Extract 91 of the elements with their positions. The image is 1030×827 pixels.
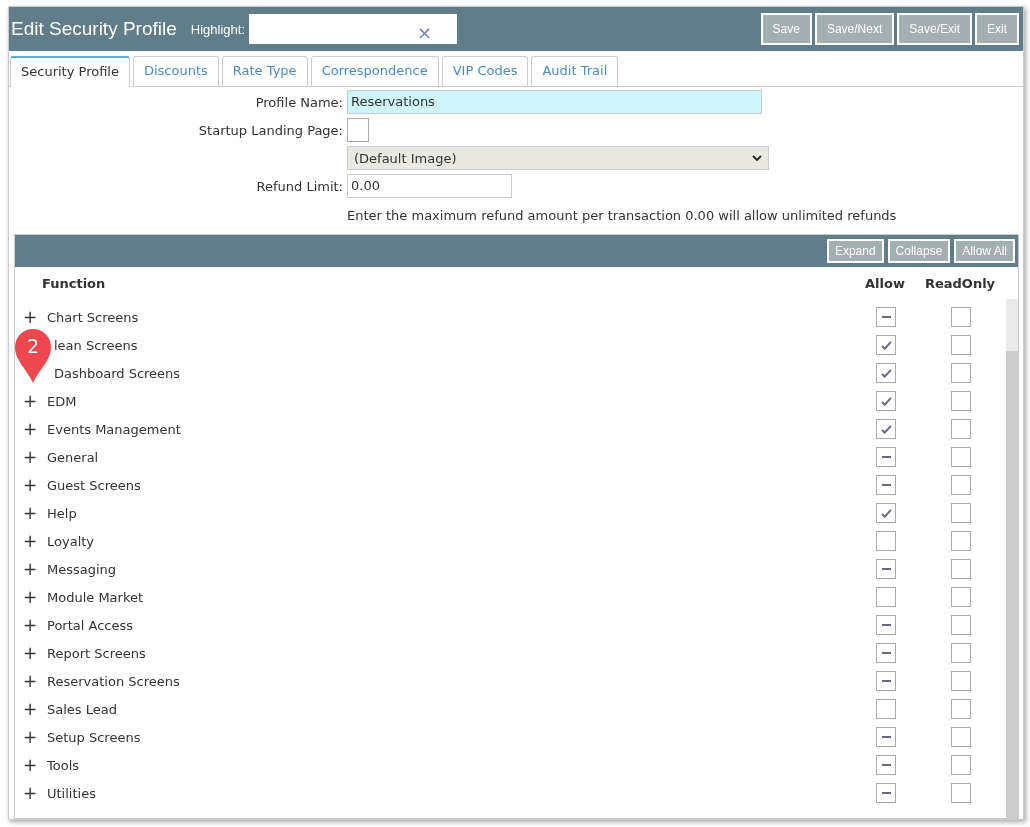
hint-text: Enter the maximum refund amount per transaction 0.00 will allow unlimited refunds [347, 207, 897, 223]
expand-icon[interactable]: + [23, 615, 37, 635]
field-label: Profile Name: [254, 94, 343, 110]
expand-icon[interactable]: + [23, 699, 37, 719]
function-name[interactable]: Events Management [47, 421, 856, 437]
checkbox[interactable] [876, 559, 896, 579]
refund-limit-field[interactable]: 0.00 [347, 174, 512, 198]
checkbox[interactable] [951, 391, 971, 411]
expand-icon[interactable]: + [23, 503, 37, 523]
image-dropdown[interactable]: (Default Image) [347, 146, 769, 170]
tab[interactable]: VIP Codes [441, 56, 529, 86]
expand-icon[interactable]: + [23, 587, 37, 607]
tab[interactable]: Security Profile [10, 56, 130, 87]
highlight-label: Highlight: [190, 21, 245, 37]
checkbox[interactable] [876, 447, 896, 467]
function-name[interactable]: Loyalty [47, 533, 856, 549]
function-name[interactable]: Help [47, 505, 856, 521]
expand-icon[interactable]: + [23, 671, 37, 691]
checkbox[interactable] [951, 783, 971, 803]
function-name[interactable]: Messaging [47, 561, 856, 577]
window-title: Edit Security Profile [11, 18, 177, 40]
checkbox[interactable] [876, 783, 896, 803]
function-name[interactable]: Portal Access [47, 617, 856, 633]
checkbox[interactable] [951, 755, 971, 775]
function-name[interactable]: Report Screens [47, 645, 856, 661]
expand-icon[interactable]: + [23, 391, 37, 411]
checkbox[interactable] [951, 307, 971, 327]
function-name[interactable]: Sales Lead [47, 701, 856, 717]
expand-icon[interactable]: + [23, 419, 37, 439]
checkbox[interactable] [951, 587, 971, 607]
caret-icon [752, 155, 762, 161]
checkbox[interactable] [876, 615, 896, 635]
expand-icon[interactable]: + [23, 643, 37, 663]
tab[interactable]: Correspondence [310, 56, 439, 86]
checkbox[interactable] [951, 419, 971, 439]
checkbox[interactable] [347, 118, 369, 142]
checkbox[interactable] [951, 559, 971, 579]
checkbox[interactable] [876, 587, 896, 607]
checkbox[interactable] [951, 363, 971, 383]
checkbox[interactable] [876, 755, 896, 775]
checkbox[interactable] [951, 671, 971, 691]
expand-icon[interactable]: + [23, 307, 37, 327]
checkbox[interactable] [876, 363, 896, 383]
function-name[interactable]: Module Market [47, 589, 856, 605]
expand-icon[interactable]: + [23, 447, 37, 467]
checkbox[interactable] [951, 335, 971, 355]
expand-icon[interactable]: + [23, 783, 37, 803]
checkbox[interactable] [876, 699, 896, 719]
checkbox[interactable] [951, 531, 971, 551]
checkbox[interactable] [951, 475, 971, 495]
expand-icon[interactable]: + [23, 559, 37, 579]
checkbox[interactable] [876, 531, 896, 551]
checkbox[interactable] [876, 307, 896, 327]
function-name[interactable]: Guest Screens [47, 477, 856, 493]
checkbox[interactable] [951, 643, 971, 663]
column-header: Function [41, 275, 107, 291]
expand-icon[interactable]: + [23, 475, 37, 495]
checkbox[interactable] [876, 643, 896, 663]
expand-icon[interactable]: + [23, 727, 37, 747]
function-name[interactable]: Reservation Screens [47, 673, 856, 689]
field-label: Startup Landing Page: [197, 122, 343, 138]
checkbox[interactable] [951, 615, 971, 635]
checkbox[interactable] [876, 503, 896, 523]
tab[interactable]: Rate Type [221, 56, 308, 86]
checkbox[interactable] [951, 447, 971, 467]
checkbox[interactable] [876, 475, 896, 495]
profile-name-field[interactable]: Reservations [347, 90, 762, 114]
tab[interactable]: Discounts [132, 56, 219, 86]
checkbox[interactable] [876, 391, 896, 411]
checkbox[interactable] [876, 727, 896, 747]
column-header: Allow [864, 275, 906, 291]
function-name[interactable]: Tools [47, 757, 856, 773]
function-name[interactable]: General [47, 449, 856, 465]
function-name[interactable]: Dashboard Screens [47, 365, 856, 381]
checkbox[interactable] [951, 699, 971, 719]
checkbox[interactable] [876, 671, 896, 691]
tab[interactable]: Audit Trail [531, 56, 619, 86]
function-name[interactable]: EDM [47, 393, 856, 409]
checkbox[interactable] [951, 503, 971, 523]
column-header: ReadOnly [923, 275, 997, 291]
expand-icon[interactable]: + [23, 531, 37, 551]
expand-icon[interactable]: + [23, 755, 37, 775]
field-label: Refund Limit: [255, 178, 343, 194]
checkbox[interactable] [951, 727, 971, 747]
function-name[interactable]: Utilities [47, 785, 856, 801]
highlight-field[interactable]: × [249, 14, 457, 44]
checkbox[interactable] [876, 335, 896, 355]
checkbox[interactable] [876, 419, 896, 439]
clear-icon[interactable]: × [417, 22, 433, 44]
function-name[interactable]: Setup Screens [47, 729, 856, 745]
function-name[interactable]: Chart Screens [47, 309, 856, 325]
